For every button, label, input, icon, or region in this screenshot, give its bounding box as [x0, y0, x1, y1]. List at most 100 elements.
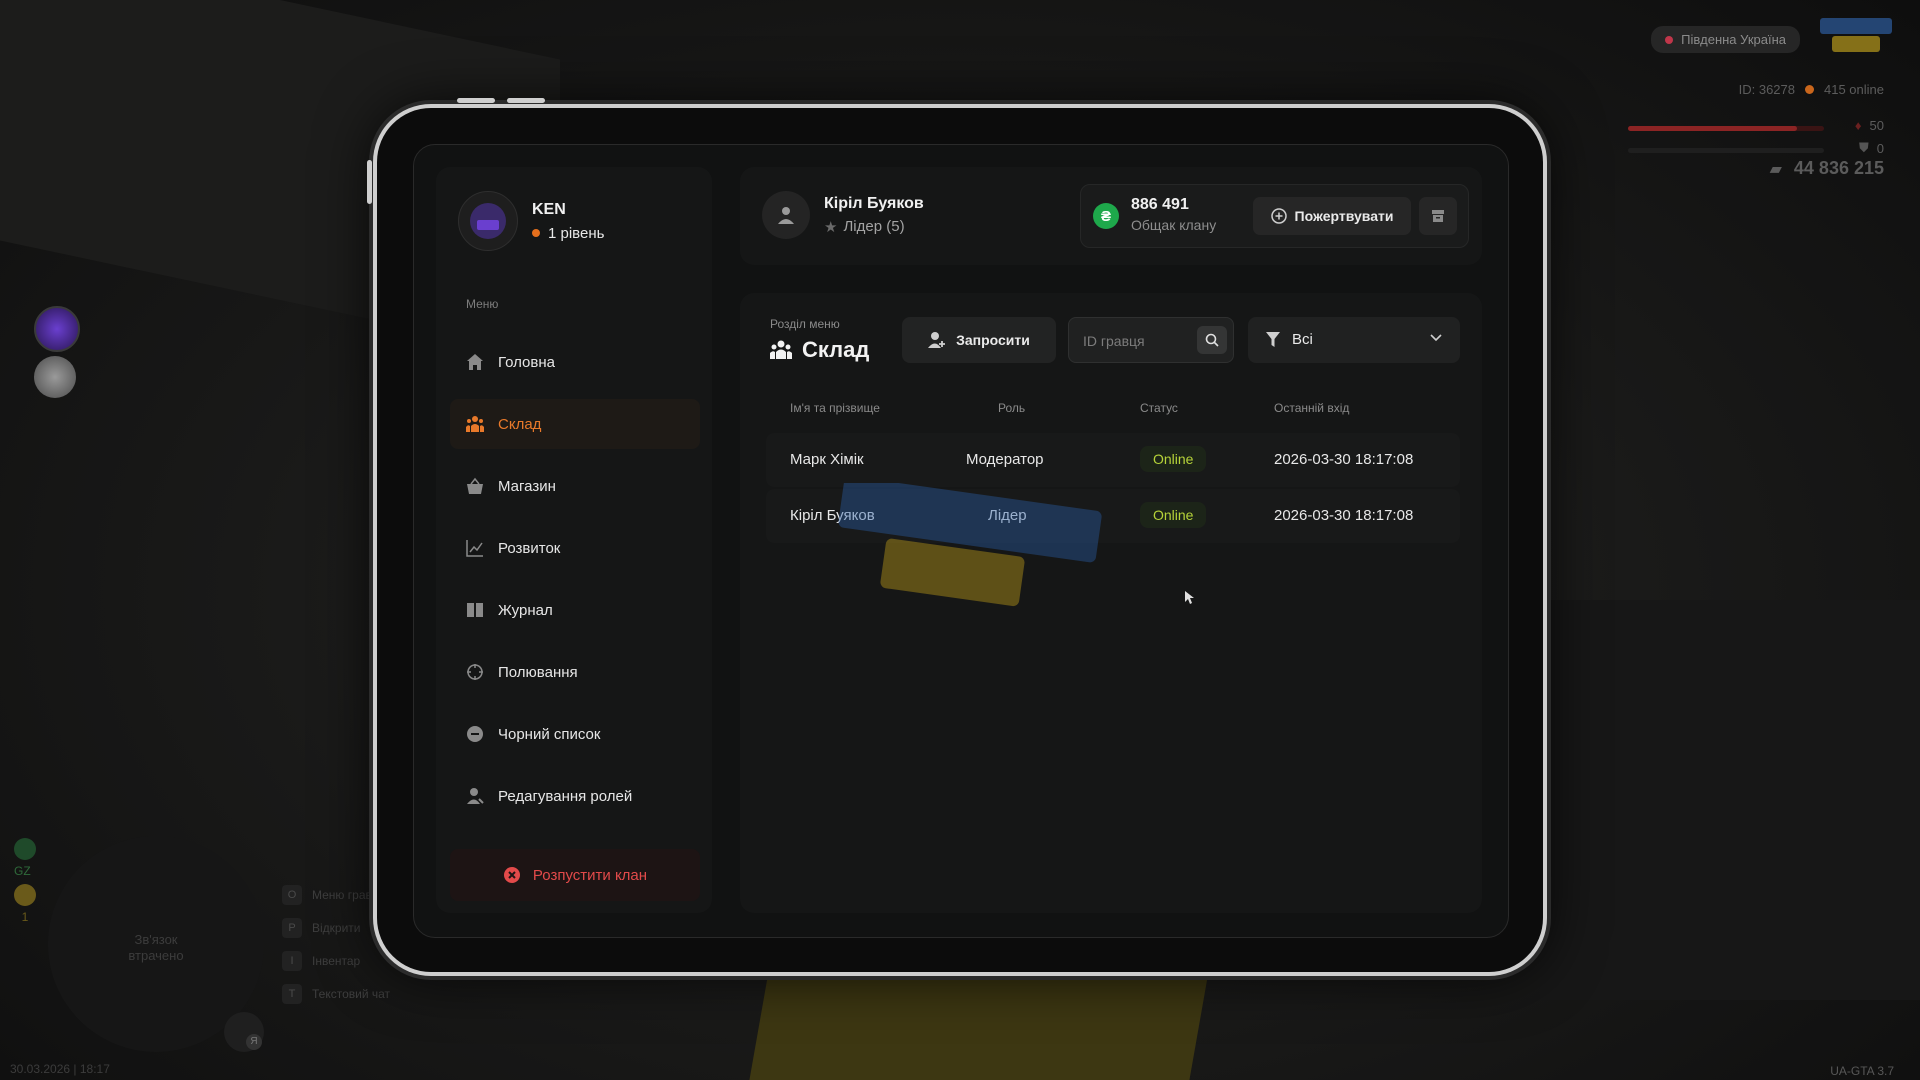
hotkey-key: T	[282, 983, 302, 1004]
background-sign	[749, 960, 1211, 1080]
background-shape	[1540, 600, 1920, 1000]
column-header: Останній вхід	[1274, 401, 1350, 415]
profile-level: 1 рівень	[532, 225, 604, 242]
donate-label: Пожертвувати	[1294, 208, 1394, 224]
gz-icon	[14, 838, 36, 860]
hotkey-key: P	[282, 917, 302, 938]
player-info: ID: 36278 415 online	[1739, 82, 1884, 97]
sidebar-item-5[interactable]: Полювання	[450, 647, 700, 697]
hotkey-item: O Меню гравця	[282, 878, 390, 911]
sidebar-item-6[interactable]: Чорний список	[450, 709, 700, 759]
user-name: Кірiл Буяков	[824, 194, 924, 212]
user-icon	[778, 207, 794, 224]
voice-avatar	[34, 306, 80, 352]
current-user: Кірiл Буяков ★ Лідер (5)	[762, 191, 924, 239]
tablet-side-button	[367, 160, 372, 204]
column-header: Роль	[998, 401, 1026, 415]
table-row[interactable]: Марк Хімік Модератор Online 2026-03-30 1…	[766, 433, 1460, 487]
user-role: ★ Лідер (5)	[824, 218, 924, 236]
people-icon	[466, 415, 484, 433]
level-dot-icon	[532, 229, 540, 237]
mouse-cursor-icon	[1185, 591, 1194, 604]
health-bar	[1628, 126, 1824, 131]
people-icon	[770, 340, 792, 359]
game-version: UA-GTA 3.7	[1830, 1064, 1894, 1078]
hotkey-key: O	[282, 884, 302, 905]
sidebar-item-label: Редагування ролей	[498, 787, 633, 805]
member-role: Модератор	[966, 451, 1044, 468]
book-icon	[466, 601, 484, 619]
hotkey-label: Меню гравця	[312, 887, 386, 902]
user-add-icon	[928, 332, 946, 348]
sidebar-item-label: Чорний список	[498, 725, 601, 743]
money-display: ▰ 44 836 215	[1770, 158, 1884, 179]
sidebar-item-label: Магазин	[498, 477, 556, 495]
tablet-frame: KEN 1 рівень Меню Головна Склад Магазин Роз…	[367, 98, 1543, 972]
search-button[interactable]	[1197, 326, 1227, 354]
heart-icon: ♦	[1854, 118, 1862, 133]
money-value: 44 836 215	[1793, 158, 1884, 178]
search-input[interactable]	[1081, 318, 1195, 364]
bank-caption: Общак клану	[1131, 217, 1217, 233]
clan-bank: ₴ 886 491 Общак клану Пожертвувати	[1080, 184, 1469, 248]
sidebar-item-label: Головна	[498, 353, 555, 371]
sidebar-item-7[interactable]: Редагування ролей	[450, 771, 700, 821]
sidebar-item-4[interactable]: Журнал	[450, 585, 700, 635]
minus-circle-icon	[466, 725, 484, 743]
hotkey-key: I	[282, 950, 302, 971]
player-search	[1068, 317, 1234, 364]
nav-menu: Головна Склад Магазин Розвиток Журнал Полюван…	[450, 337, 700, 833]
sidebar-item-0[interactable]: Головна	[450, 337, 700, 387]
clan-avatar	[458, 191, 518, 251]
last-login: 2026-03-30 18:17:08	[1274, 507, 1414, 524]
profile-name: KEN	[532, 200, 566, 218]
header-panel: Кірiл Буяков ★ Лідер (5) ₴ 886 491 Общак…	[740, 167, 1482, 265]
level-label: 1 рівень	[548, 224, 605, 242]
armor-value: 0	[1876, 140, 1884, 156]
date-time: 30.03.2026 | 18:17	[10, 1062, 110, 1076]
home-icon	[466, 353, 484, 371]
column-header: Ім'я та прізвище	[790, 401, 880, 415]
donate-button[interactable]: Пожертвувати	[1253, 197, 1411, 235]
hotkey-label: Інвентар	[312, 953, 361, 968]
crosshair-icon	[466, 663, 484, 681]
health-stat: ♦ 50	[1855, 118, 1884, 133]
shield-icon: ⛊	[1859, 140, 1869, 155]
invite-button[interactable]: Запросити	[902, 317, 1056, 363]
members-panel: Розділ меню Склад Запросити ID гравця Вс…	[740, 293, 1482, 913]
gz-indicator: GZ 1	[14, 838, 36, 924]
tablet-button	[507, 98, 545, 103]
star-count: 1	[21, 910, 29, 924]
sidebar-item-1[interactable]: Склад	[450, 399, 700, 449]
online-count: 415 online	[1824, 82, 1884, 97]
cash-icon: ▰	[1769, 160, 1782, 178]
hryvnia-coin-icon: ₴	[1093, 203, 1119, 229]
online-dot-icon	[1805, 85, 1814, 94]
sidebar-item-2[interactable]: Магазин	[450, 461, 700, 511]
watermark-logo-icon	[838, 483, 1102, 607]
archive-button[interactable]	[1419, 197, 1457, 235]
sidebar-item-label: Журнал	[498, 601, 553, 619]
hotkey-item: P Відкрити	[282, 911, 390, 944]
plus-circle-icon	[1270, 208, 1287, 224]
tablet-screen: KEN 1 рівень Меню Головна Склад Магазин Роз…	[413, 144, 1509, 938]
hotkey-list: O Меню гравця P Відкрити I Інвентар T Текстовий…	[282, 878, 390, 1010]
role-filter-select[interactable]: Всі	[1248, 317, 1460, 363]
user-edit-icon	[466, 787, 484, 805]
clan-logo-icon	[470, 203, 506, 239]
sidebar-item-3[interactable]: Розвиток	[450, 523, 700, 573]
health-bar-fill	[1628, 126, 1797, 131]
health-value: 50	[1869, 118, 1884, 133]
hotkey-item: T Текстовий чат	[282, 977, 390, 1010]
bank-amount: 886 491	[1131, 196, 1189, 213]
section-title: Склад	[770, 337, 869, 363]
filter-icon	[1266, 332, 1280, 347]
region-badge: Південна Україна	[1651, 26, 1800, 53]
dissolve-clan-button[interactable]: Розпустити клан	[450, 849, 700, 901]
radar-status: Зв'язок	[134, 932, 178, 947]
star-icon	[14, 884, 36, 906]
hotkey-item: I Інвентар	[282, 944, 390, 977]
mic-key: Я	[246, 1034, 262, 1050]
user-avatar	[762, 191, 810, 239]
last-login: 2026-03-30 18:17:08	[1274, 451, 1414, 468]
